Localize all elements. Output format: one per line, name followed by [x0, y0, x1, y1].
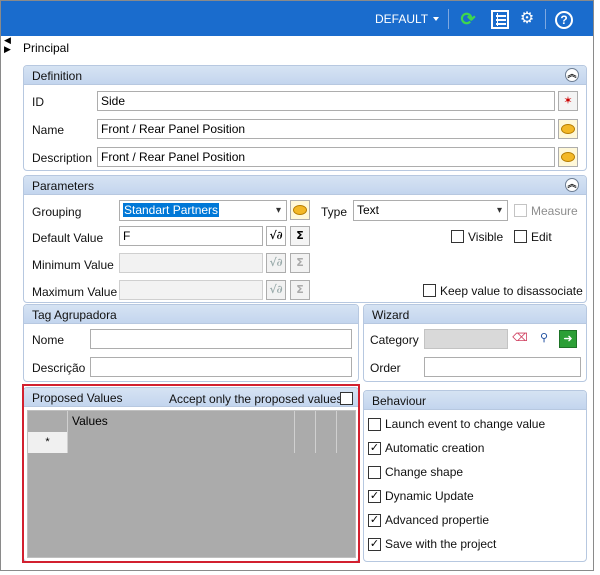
type-select[interactable]: Text ▾	[353, 200, 508, 221]
grouping-label: Grouping	[32, 205, 82, 219]
gear-icon[interactable]: ⚙	[517, 9, 537, 29]
behaviour-label: Launch event to change value	[385, 417, 546, 431]
help-icon[interactable]: ?	[555, 11, 573, 29]
chevron-down-icon: ▾	[496, 205, 502, 216]
edit-checkbox[interactable]	[514, 230, 527, 243]
formula-icon[interactable]: √∂	[266, 253, 286, 273]
translate-icon[interactable]	[558, 119, 578, 139]
magic-wand-icon[interactable]: ✶	[558, 91, 578, 111]
id-label: ID	[32, 95, 44, 109]
definition-title: Definition	[32, 69, 83, 83]
behaviour-label: Dynamic Update	[385, 489, 474, 503]
eraser-icon[interactable]: ⌫	[511, 330, 529, 348]
behaviour-title: Behaviour	[372, 394, 427, 408]
mode-dropdown[interactable]: DEFAULT	[375, 12, 440, 26]
arrow-right-icon: ▶	[4, 44, 11, 54]
behaviour-checkbox[interactable]: ✓	[368, 442, 381, 455]
visible-label: Visible	[468, 230, 504, 244]
behaviour-checkbox[interactable]	[368, 466, 381, 479]
arrow-right-icon[interactable]: ➜	[559, 330, 577, 348]
behaviour-label: Advanced propertie	[385, 513, 490, 527]
translate-icon[interactable]	[290, 200, 310, 220]
toolbar-divider	[448, 9, 449, 29]
wizard-header: Wizard	[364, 305, 586, 324]
collapse-icon[interactable]: ︽	[565, 68, 579, 82]
behaviour-checkbox[interactable]: ✓	[368, 490, 381, 503]
descricao-label: Descrição	[32, 361, 86, 375]
minimum-value-field[interactable]	[119, 253, 263, 273]
behaviour-label: Automatic creation	[385, 441, 485, 455]
category-label: Category	[370, 333, 419, 347]
tag-header: Tag Agrupadora	[24, 305, 358, 324]
window-frame: DEFAULT ⟳ ⚙ ? ◀ ▶ Principal Definition ︽ …	[0, 0, 594, 571]
collapse-arrows[interactable]: ◀ ▶	[4, 36, 11, 54]
maximum-value-field[interactable]	[119, 280, 263, 300]
behaviour-header: Behaviour	[364, 391, 586, 410]
tag-title: Tag Agrupadora	[32, 308, 117, 322]
category-field[interactable]	[424, 329, 508, 349]
nome-field[interactable]	[90, 329, 352, 349]
minimum-value-label: Minimum Value	[32, 258, 114, 272]
binoculars-icon[interactable]: ⚲	[535, 330, 553, 348]
toolbar: DEFAULT ⟳ ⚙ ?	[1, 1, 593, 36]
sigma-icon[interactable]: Σ	[290, 280, 310, 300]
keep-value-checkbox[interactable]	[423, 284, 436, 297]
measure-label: Measure	[531, 204, 578, 218]
behaviour-checkbox[interactable]	[368, 418, 381, 431]
behaviour-label: Save with the project	[385, 537, 497, 551]
behaviour-checkbox[interactable]: ✓	[368, 538, 381, 551]
formula-icon[interactable]: √∂	[266, 280, 286, 300]
description-label: Description	[32, 151, 93, 165]
id-field[interactable]: Side	[97, 91, 555, 111]
refresh-icon[interactable]: ⟳	[458, 9, 478, 29]
mode-label: DEFAULT	[375, 12, 429, 26]
order-field[interactable]	[424, 357, 581, 377]
name-field[interactable]: Front / Rear Panel Position	[97, 119, 555, 139]
tab-principal[interactable]: Principal	[23, 41, 69, 55]
order-label: Order	[370, 361, 401, 375]
grouping-select[interactable]: Standart Partners ▾	[119, 200, 287, 221]
grouping-value: Standart Partners	[123, 203, 220, 217]
edit-label: Edit	[531, 230, 552, 244]
default-value-field[interactable]: F	[119, 226, 263, 246]
translate-icon[interactable]	[558, 147, 578, 167]
type-label: Type	[321, 205, 348, 219]
type-value: Text	[357, 203, 380, 217]
parameters-title: Parameters	[32, 179, 95, 193]
keep-value-label: Keep value to disassociate	[440, 284, 583, 298]
nome-label: Nome	[32, 333, 65, 347]
name-label: Name	[32, 123, 65, 137]
sigma-icon[interactable]: Σ	[290, 226, 310, 246]
wizard-title: Wizard	[372, 308, 410, 322]
formula-icon[interactable]: √∂	[266, 226, 286, 246]
chevron-down-icon: ▾	[275, 205, 281, 216]
description-field[interactable]: Front / Rear Panel Position	[97, 147, 555, 167]
default-value-label: Default Value	[32, 231, 104, 245]
list-icon[interactable]	[491, 10, 509, 29]
visible-checkbox[interactable]	[451, 230, 464, 243]
measure-checkbox[interactable]	[514, 204, 527, 217]
collapse-icon[interactable]: ︽	[565, 178, 579, 192]
caret-down-icon	[433, 17, 440, 21]
behaviour-label: Change shape	[385, 465, 464, 479]
toolbar-divider	[545, 9, 546, 29]
highlight-box	[22, 384, 360, 563]
maximum-value-label: Maximum Value	[32, 285, 118, 299]
descricao-field[interactable]	[90, 357, 352, 377]
definition-header: Definition ︽	[24, 66, 586, 85]
sigma-icon[interactable]: Σ	[290, 253, 310, 273]
behaviour-checkbox[interactable]: ✓	[368, 514, 381, 527]
parameters-header: Parameters ︽	[24, 176, 586, 195]
